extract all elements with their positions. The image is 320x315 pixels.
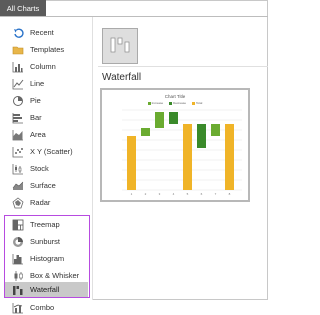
sidebar-item-label: Bar (30, 113, 42, 122)
area-chart-icon (12, 129, 24, 141)
sidebar-item-recent[interactable]: Recent (4, 25, 88, 40)
bar-2 (141, 128, 150, 136)
svg-text:6: 6 (201, 192, 203, 196)
sidebar-item-label: Radar (30, 198, 51, 207)
sidebar-item-radar[interactable]: Radar (4, 195, 88, 210)
surface-chart-icon (12, 180, 24, 192)
svg-text:4: 4 (173, 192, 175, 196)
sidebar-item-label: Area (30, 130, 46, 139)
bar-7 (211, 124, 220, 136)
subtype-divider (98, 66, 268, 67)
scatter-chart-icon (12, 146, 24, 158)
tab-bar: All Charts (0, 0, 268, 17)
line-chart-icon (12, 78, 24, 90)
sidebar-item-label: Line (30, 79, 45, 88)
bar-3 (155, 112, 164, 128)
waterfall-subtype-thumbnail[interactable] (102, 28, 138, 64)
bar-6 (197, 124, 206, 148)
sidebar-item-label: X Y (Scatter) (30, 147, 73, 156)
svg-text:5: 5 (187, 192, 189, 196)
tab-all-charts[interactable]: All Charts (0, 0, 46, 17)
sidebar-item-label: Pie (30, 96, 41, 105)
bar-5 (183, 124, 192, 190)
sidebar-item-label: Surface (30, 181, 56, 190)
bar-8 (225, 124, 234, 190)
pie-chart-icon (12, 95, 24, 107)
sidebar-item-column[interactable]: Column (4, 59, 88, 74)
sidebar-item-pie[interactable]: Pie (4, 93, 88, 108)
svg-text:1: 1 (131, 192, 133, 196)
sidebar-item-label: Column (30, 62, 56, 71)
chart-type-list: Recent Templates Column Line Pie Bar Are… (0, 17, 93, 313)
stock-chart-icon (12, 163, 24, 175)
sidebar-item-line[interactable]: Line (4, 76, 88, 91)
sidebar-item-xy-scatter[interactable]: X Y (Scatter) (4, 144, 88, 159)
sidebar-item-bar[interactable]: Bar (4, 110, 88, 125)
svg-text:7: 7 (215, 192, 217, 196)
new-chart-types-highlight (4, 215, 90, 298)
recent-icon (12, 27, 24, 39)
radar-chart-icon (12, 196, 24, 209)
chart-preview[interactable]: Chart Title Increase Decrease Total 1 2 … (100, 88, 250, 202)
sidebar-item-label: Combo (30, 303, 55, 312)
svg-text:3: 3 (159, 192, 161, 196)
sidebar-item-label: Templates (30, 45, 65, 54)
svg-text:8: 8 (229, 192, 231, 196)
bar-4 (169, 112, 178, 124)
sidebar-item-surface[interactable]: Surface (4, 178, 88, 193)
bar-chart-icon (12, 112, 24, 124)
sidebar-item-area[interactable]: Area (4, 127, 88, 142)
svg-text:2: 2 (145, 192, 147, 196)
sidebar-item-label: Stock (30, 164, 49, 173)
combo-chart-icon (12, 302, 24, 314)
sidebar-item-templates[interactable]: Templates (4, 42, 88, 57)
waterfall-chart-icon (110, 37, 130, 53)
chart-type-title: Waterfall (102, 72, 142, 83)
sidebar-item-combo[interactable]: Combo (4, 300, 88, 315)
waterfall-preview-plot: 1 2 3 4 5 6 7 8 (122, 109, 242, 196)
templates-icon (12, 44, 24, 56)
sidebar-item-stock[interactable]: Stock (4, 161, 88, 176)
bar-1 (127, 136, 136, 190)
sidebar-item-label: Recent (30, 28, 54, 37)
column-chart-icon (12, 61, 24, 73)
